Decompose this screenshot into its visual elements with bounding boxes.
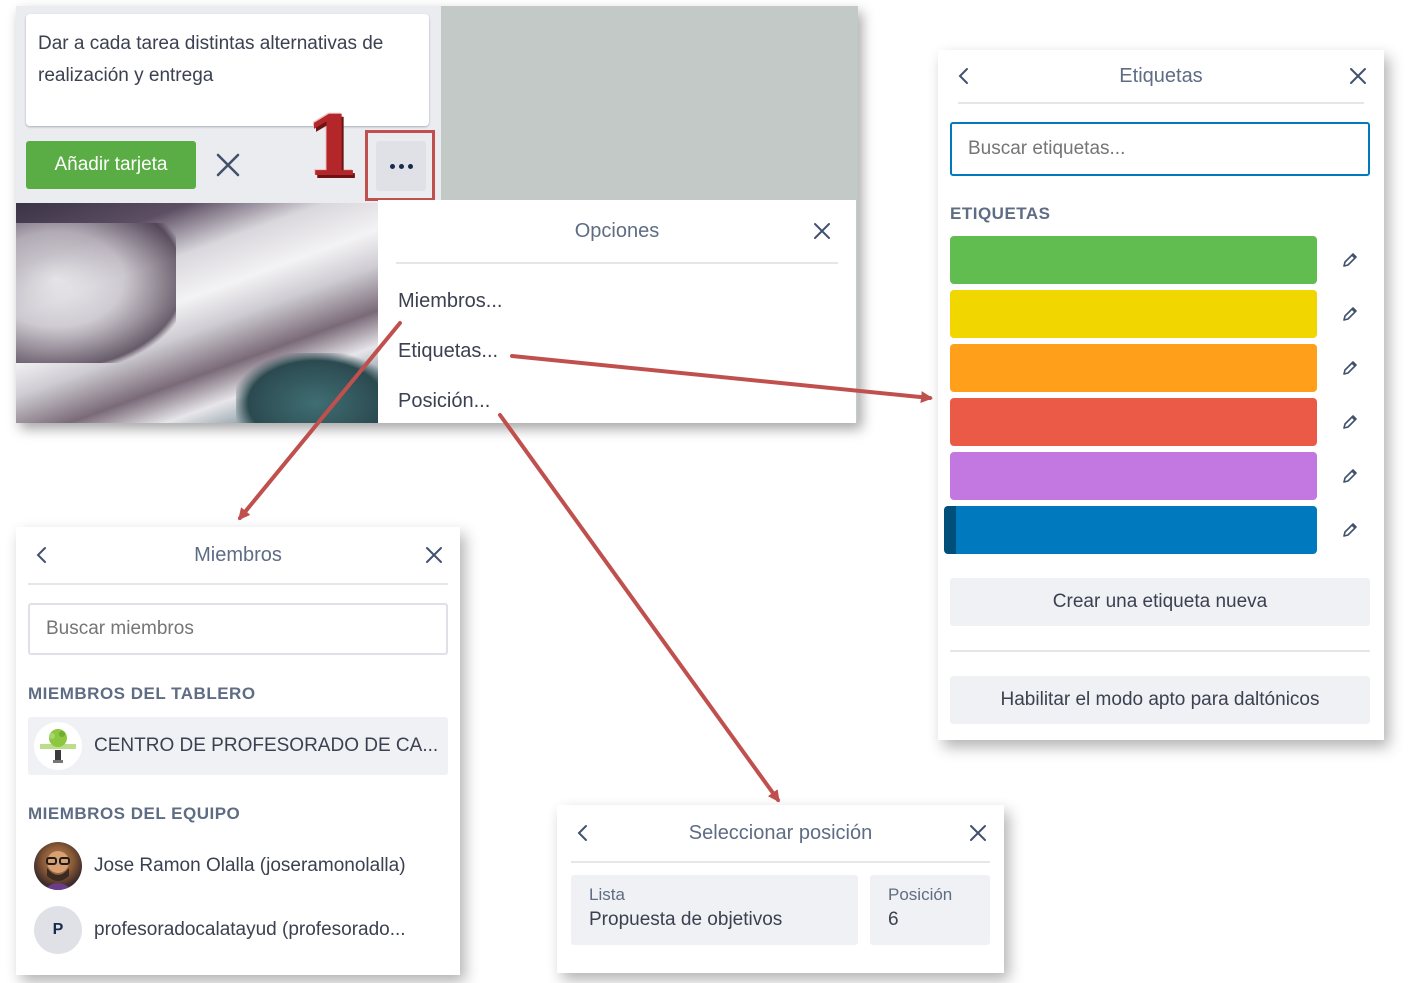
labels-section-title: ETIQUETAS	[950, 204, 1051, 223]
back-icon[interactable]	[944, 50, 984, 102]
search-members-input[interactable]	[28, 603, 448, 655]
popover-title: Etiquetas	[1119, 64, 1203, 87]
close-icon[interactable]	[1338, 50, 1378, 102]
label-row[interactable]	[944, 506, 1370, 554]
label-row[interactable]	[950, 452, 1370, 500]
popover-title: Opciones	[574, 219, 660, 242]
arrow-to-posicion	[498, 413, 780, 803]
member-name: CENTRO DE PROFESORADO DE CA...	[94, 735, 439, 756]
label-swatch-purple[interactable]	[950, 452, 1317, 500]
position-select[interactable]: Posición 6	[870, 875, 990, 945]
popover-title: Seleccionar posición	[688, 821, 873, 844]
opciones-popover: Opciones Miembros... Etiquetas... Posici…	[378, 200, 856, 423]
divider	[950, 650, 1370, 652]
popover-header: Etiquetas	[938, 50, 1384, 102]
back-icon[interactable]	[22, 527, 62, 583]
pencil-icon[interactable]	[1330, 294, 1370, 334]
divider	[28, 583, 448, 585]
board-members-section-title: MIEMBROS DEL TABLERO	[28, 684, 256, 703]
board-background-image	[16, 203, 378, 423]
more-icon	[389, 163, 395, 169]
option-miembros[interactable]: Miembros...	[378, 276, 856, 326]
close-icon[interactable]	[414, 527, 454, 583]
seleccionar-posicion-popover: Seleccionar posición Lista Propuesta de …	[557, 805, 1004, 973]
member-row[interactable]: CENTRO DE PROFESORADO DE CA...	[28, 717, 448, 775]
label-row[interactable]	[950, 398, 1370, 446]
list-select[interactable]: Lista Propuesta de objetivos	[571, 875, 858, 945]
list-select-label: Lista	[589, 885, 625, 904]
pencil-icon[interactable]	[1330, 510, 1370, 550]
close-icon[interactable]	[958, 805, 998, 861]
etiquetas-popover: Etiquetas ETIQUETAS Crear una etiqueta n…	[938, 50, 1384, 740]
divider	[571, 861, 990, 863]
team-members-section-title: MIEMBROS DEL EQUIPO	[28, 804, 241, 823]
options-list: Miembros... Etiquetas... Posición...	[378, 264, 856, 426]
pencil-icon[interactable]	[1330, 240, 1370, 280]
label-row[interactable]	[950, 290, 1370, 338]
add-card-button[interactable]: Añadir tarjeta	[26, 141, 196, 189]
list-column: Dar a cada tarea distintas alternativas …	[16, 6, 441, 203]
popover-header: Seleccionar posición	[557, 805, 1004, 861]
pencil-icon[interactable]	[1330, 348, 1370, 388]
logo-icon	[34, 722, 82, 770]
position-select-label: Posición	[888, 885, 953, 904]
label-row[interactable]	[950, 344, 1370, 392]
popover-title: Miembros	[194, 543, 282, 566]
close-icon[interactable]	[208, 144, 248, 186]
card-composer-text: Dar a cada tarea distintas alternativas …	[38, 33, 384, 86]
member-row[interactable]: Jose Ramon Olalla (joseramonolalla)	[28, 837, 448, 895]
member-row[interactable]: P profesoradocalatayud (profesorado...	[28, 901, 448, 959]
search-labels-input[interactable]	[950, 122, 1370, 176]
label-row[interactable]	[950, 236, 1370, 284]
label-swatch-blue[interactable]	[944, 506, 1317, 554]
pencil-icon[interactable]	[1330, 456, 1370, 496]
position-select-value: 6	[888, 909, 899, 930]
pencil-icon[interactable]	[1330, 402, 1370, 442]
member-name: Jose Ramon Olalla (joseramonolalla)	[94, 855, 406, 876]
option-posicion[interactable]: Posición...	[378, 376, 856, 426]
miembros-popover: Miembros MIEMBROS DEL TABLERO CENTRO DE …	[16, 527, 460, 975]
label-swatch-orange[interactable]	[950, 344, 1317, 392]
user-photo-avatar	[34, 842, 82, 890]
colorblind-mode-button[interactable]: Habilitar el modo apto para daltónicos	[950, 676, 1370, 724]
close-icon[interactable]	[802, 200, 842, 262]
list-select-value: Propuesta de objetivos	[589, 909, 783, 930]
member-name: profesoradocalatayud (profesorado...	[94, 919, 406, 940]
step-number-annotation: 1	[304, 99, 362, 195]
more-options-button[interactable]	[376, 141, 426, 191]
popover-header: Opciones	[378, 200, 856, 262]
option-etiquetas[interactable]: Etiquetas...	[378, 326, 856, 376]
label-swatch-red[interactable]	[950, 398, 1317, 446]
card-composer-textarea[interactable]: Dar a cada tarea distintas alternativas …	[26, 14, 429, 126]
divider	[958, 102, 1364, 104]
popover-header: Miembros	[16, 527, 460, 583]
back-icon[interactable]	[563, 805, 603, 861]
create-label-button[interactable]: Crear una etiqueta nueva	[950, 578, 1370, 626]
user-initial-avatar: P	[34, 906, 82, 954]
label-swatch-yellow[interactable]	[950, 290, 1317, 338]
label-swatch-green[interactable]	[950, 236, 1317, 284]
